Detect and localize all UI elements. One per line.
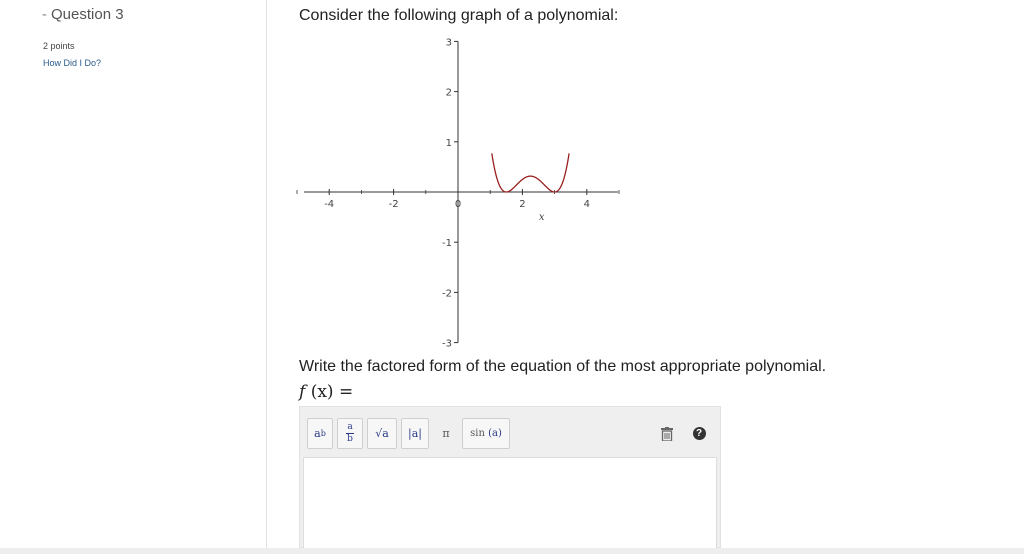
page: - Question 3 2 points How Did I Do? Consi… [0, 0, 1024, 554]
y-tick-label: -2 [442, 288, 452, 299]
function-name: f [299, 382, 306, 402]
equals-sign: = [333, 382, 354, 402]
fraction-denominator: b [347, 434, 353, 444]
trash-icon[interactable] [654, 418, 680, 449]
polynomial-graph: -4 -2 0 2 4 3 2 1 -1 -2 -3 x [296, 37, 620, 350]
sine-button[interactable]: sin (a) [462, 418, 510, 449]
x-tick-label: 4 [584, 199, 590, 210]
function-arg: (x) [310, 382, 334, 402]
pi-button[interactable]: π [433, 418, 459, 449]
polynomial-curve [491, 153, 570, 193]
answer-input[interactable] [303, 457, 717, 549]
x-tick-label: 2 [519, 199, 525, 210]
y-tick-label: -3 [442, 339, 452, 350]
how-did-i-do-link[interactable]: How Did I Do? [43, 58, 101, 68]
x-tick-label: -4 [324, 199, 334, 210]
x-axis-label: x [539, 212, 545, 223]
question-instruction: Write the factored form of the equation … [299, 358, 827, 375]
exponent-power: b [320, 429, 326, 438]
y-tick-label: 2 [446, 88, 452, 99]
y-tick-label: -1 [442, 238, 452, 249]
absolute-value-button[interactable]: |a| [401, 418, 429, 449]
help-icon: ? [692, 427, 706, 440]
fraction-button[interactable]: a b [337, 418, 363, 449]
trash-icon-glyph [661, 426, 673, 441]
collapse-dash[interactable]: - [42, 6, 47, 23]
square-root-button[interactable]: √a [367, 418, 397, 449]
sine-arg: (a) [488, 428, 502, 439]
question-title: Question 3 [51, 6, 124, 23]
function-label: f (x) = [299, 382, 353, 402]
sine-label: sin [470, 428, 485, 439]
exponent-button[interactable]: ab [307, 418, 333, 449]
question-prompt: Consider the following graph of a polyno… [299, 7, 619, 24]
y-tick-label: 3 [446, 37, 452, 48]
x-tick-label: -2 [389, 199, 399, 210]
page-bottom-divider [0, 548, 1024, 554]
question-header[interactable]: - Question 3 [42, 6, 124, 23]
question-info-panel: - Question 3 2 points How Did I Do? [0, 0, 267, 548]
fraction-numerator: a [347, 422, 353, 432]
help-button[interactable]: ? [686, 418, 712, 449]
x-tick-label: 0 [455, 199, 461, 210]
question-points: 2 points [43, 41, 75, 51]
math-editor: ab a b √a |a| π sin (a) ? [299, 406, 721, 549]
y-tick-label: 1 [446, 138, 452, 149]
